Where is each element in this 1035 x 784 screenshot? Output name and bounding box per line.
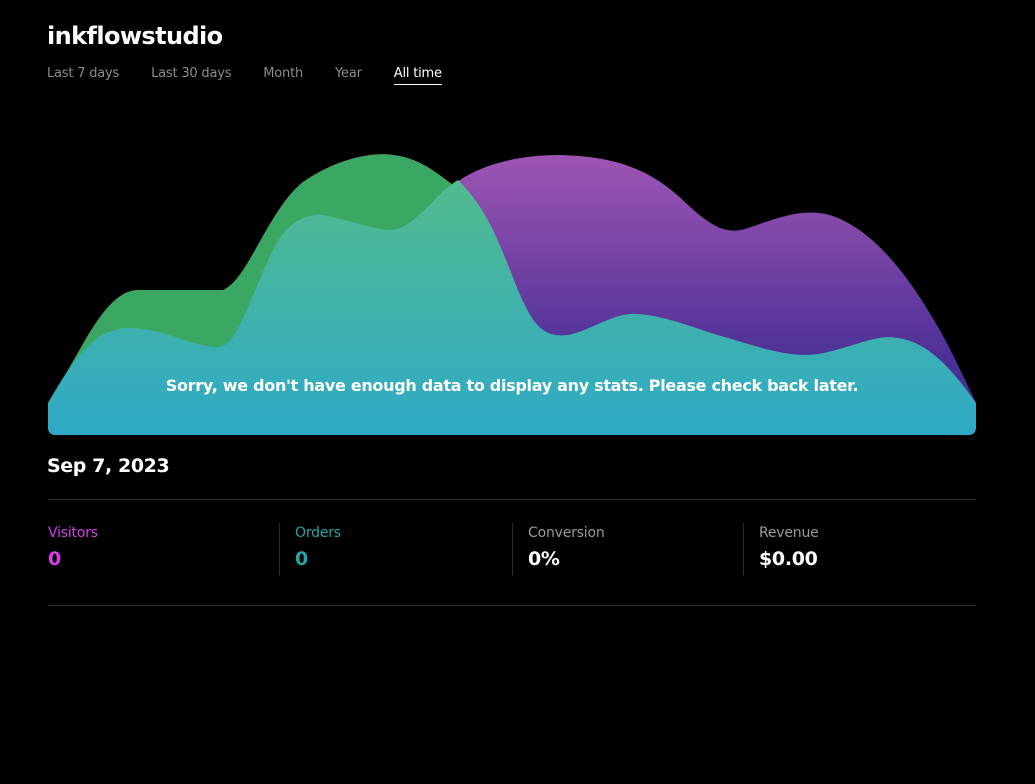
divider	[48, 499, 976, 500]
stats-summary: Visitors 0 Orders 0 Conversion 0% Revenu…	[48, 523, 976, 575]
tab-all-time[interactable]: All time	[393, 66, 442, 85]
stat-label-orders: Orders	[295, 525, 341, 541]
no-data-message: Sorry, we don't have enough data to disp…	[165, 376, 859, 395]
stat-value-orders: 0	[295, 548, 308, 570]
tab-year[interactable]: Year	[335, 66, 362, 85]
store-title: inkflowstudio	[47, 22, 223, 50]
stat-value-conversion: 0%	[528, 548, 560, 570]
date-range-tabs: Last 7 days Last 30 days Month Year All …	[47, 66, 474, 85]
stat-value-visitors: 0	[48, 548, 61, 570]
tab-last-7-days[interactable]: Last 7 days	[47, 66, 119, 85]
stat-value-revenue: $0.00	[759, 548, 818, 570]
divider	[48, 605, 976, 606]
stat-separator	[279, 523, 280, 575]
stat-separator	[512, 523, 513, 575]
stats-chart-placeholder: Sorry, we don't have enough data to disp…	[48, 140, 976, 435]
stat-label-revenue: Revenue	[759, 525, 819, 541]
tab-month[interactable]: Month	[263, 66, 303, 85]
stat-label-visitors: Visitors	[48, 525, 98, 541]
tab-last-30-days[interactable]: Last 30 days	[151, 66, 231, 85]
summary-date: Sep 7, 2023	[47, 455, 170, 477]
stat-label-conversion: Conversion	[528, 525, 605, 541]
stat-separator	[743, 523, 744, 575]
